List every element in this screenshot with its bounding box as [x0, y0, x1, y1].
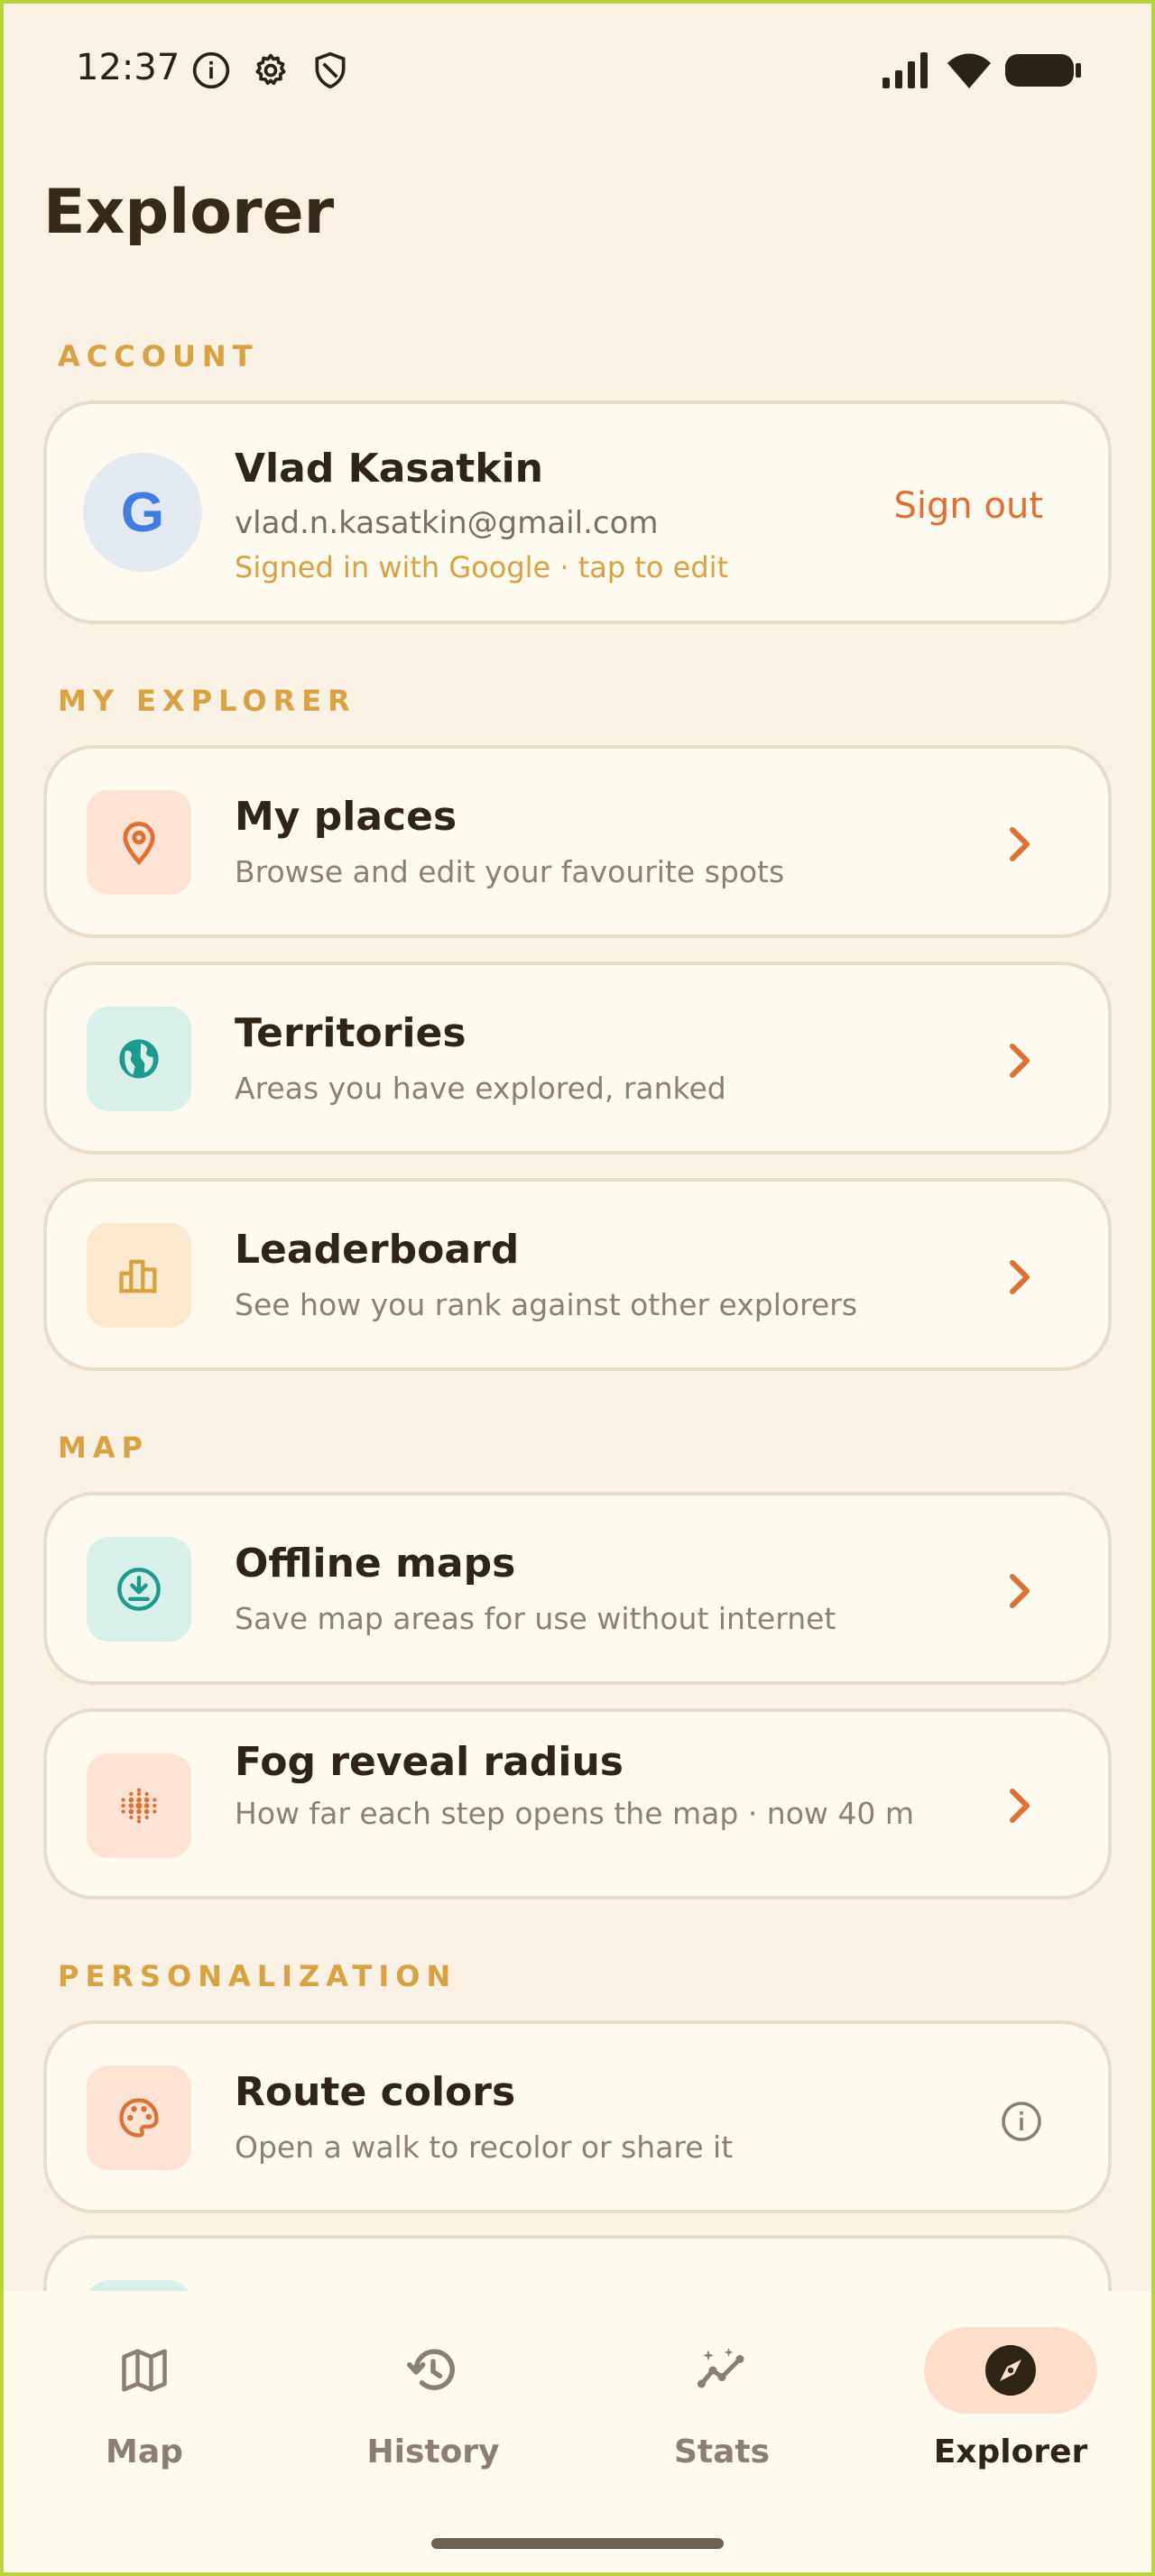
chevron-right-icon	[1010, 1789, 1030, 1823]
nav-stats[interactable]: Stats	[623, 2327, 821, 2507]
my-places-tile	[87, 790, 191, 895]
leaderboard-subtitle: See how you rank against other explorers	[235, 1287, 858, 1322]
fog-reveal-title: Fog reveal radius	[235, 1739, 624, 1785]
account-note[interactable]: Signed in with Google · tap to edit	[235, 550, 728, 584]
globe-icon	[119, 1039, 159, 1079]
fog-reveal-subtitle: How far each step opens the map · now 40…	[235, 1796, 915, 1831]
info-icon[interactable]	[1000, 2100, 1043, 2143]
stats-icon	[698, 2348, 744, 2388]
leaderboard-tile	[87, 1223, 191, 1328]
offline-maps-subtitle: Save map areas for use without internet	[235, 1601, 836, 1636]
nav-explorer-icon-wrap	[924, 2327, 1097, 2414]
compass-icon	[985, 2345, 1036, 2396]
leaderboard-title: Leaderboard	[235, 1227, 520, 1273]
settings-gear-icon	[255, 53, 286, 86]
chevron-right-icon	[1010, 827, 1030, 861]
account-name: Vlad Kasatkin	[235, 446, 544, 492]
account-email: vlad.n.kasatkin@gmail.com	[235, 505, 659, 541]
route-colors-subtitle: Open a walk to recolor or share it	[235, 2130, 734, 2165]
account-card[interactable]: G Vlad Kasatkin vlad.n.kasatkin@gmail.co…	[43, 400, 1112, 624]
nav-history[interactable]: History	[334, 2327, 532, 2507]
status-time: 12:37	[76, 47, 180, 88]
status-bar: 12:37	[0, 36, 1155, 108]
nav-history-icon-wrap	[346, 2327, 520, 2414]
nav-map-label: Map	[106, 2433, 183, 2470]
shield-icon	[315, 51, 346, 89]
chevron-right-icon	[1010, 1044, 1030, 1078]
history-icon	[407, 2349, 455, 2390]
download-icon	[117, 1568, 161, 1611]
nav-explorer-label: Explorer	[933, 2433, 1088, 2470]
home-indicator	[431, 2538, 724, 2549]
route-colors-tile	[87, 2065, 191, 2170]
route-colors-item[interactable]: Route colors Open a walk to recolor or s…	[43, 2020, 1112, 2213]
my-places-subtitle: Browse and edit your favourite spots	[235, 854, 785, 889]
my-places-title: My places	[235, 794, 457, 840]
dots-grid-icon	[121, 1788, 157, 1824]
bottom-navigation: Map History Stats Explorer	[0, 2291, 1155, 2576]
my-places-item[interactable]: My places Browse and edit your favourite…	[43, 745, 1112, 938]
offline-maps-title: Offline maps	[235, 1541, 516, 1587]
nav-explorer[interactable]: Explorer	[911, 2327, 1110, 2507]
territories-subtitle: Areas you have explored, ranked	[235, 1071, 726, 1106]
territories-title: Territories	[235, 1010, 467, 1056]
territories-tile	[87, 1007, 191, 1111]
avatar[interactable]: G	[83, 453, 202, 572]
section-label-account: ACCOUNT	[58, 339, 259, 373]
offline-maps-tile	[87, 1537, 191, 1642]
sign-out-button[interactable]: Sign out	[894, 485, 1043, 527]
leaderboard-item[interactable]: Leaderboard See how you rank against oth…	[43, 1178, 1112, 1371]
leaderboard-icon	[119, 1259, 157, 1293]
signal-icon	[882, 52, 928, 88]
route-colors-title: Route colors	[235, 2069, 516, 2115]
section-label-personalization: PERSONALIZATION	[58, 1959, 457, 1993]
battery-icon	[1005, 54, 1081, 87]
fog-reveal-radius-item[interactable]: Fog reveal radius How far each step open…	[43, 1708, 1112, 1900]
page-title: Explorer	[43, 177, 335, 248]
offline-maps-item[interactable]: Offline maps Save map areas for use with…	[43, 1492, 1112, 1685]
wifi-icon	[947, 53, 991, 88]
map-icon	[122, 2349, 167, 2392]
territories-item[interactable]: Territories Areas you have explored, ran…	[43, 961, 1112, 1155]
nav-stats-label: Stats	[673, 2433, 771, 2470]
nav-stats-icon-wrap	[635, 2327, 808, 2414]
nav-map[interactable]: Map	[45, 2327, 244, 2507]
section-label-my-explorer: MY EXPLORER	[58, 684, 356, 718]
nav-map-icon-wrap	[58, 2327, 231, 2414]
palette-icon	[119, 2098, 159, 2138]
info-icon	[192, 51, 230, 89]
fog-reveal-tile	[87, 1753, 191, 1858]
nav-history-label: History	[366, 2433, 500, 2470]
chevron-right-icon	[1010, 1574, 1030, 1608]
location-pin-icon	[123, 822, 155, 866]
section-label-map: MAP	[58, 1431, 150, 1465]
chevron-right-icon	[1010, 1260, 1030, 1294]
